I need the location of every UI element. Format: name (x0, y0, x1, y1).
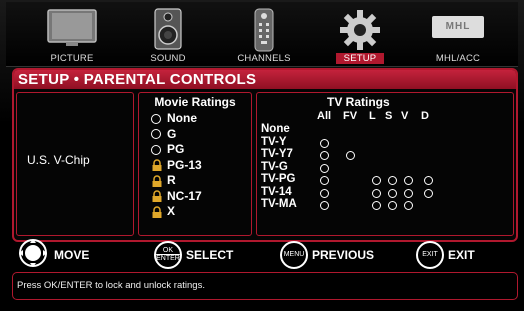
mhl-logo-icon: MHL (432, 16, 484, 38)
lock-icon (152, 159, 162, 172)
tv-rating-label: TV-Y (261, 135, 287, 148)
tv-osd-screen: PICTURE SOUND CHANNELS SETUP MHL MHL/ACC… (0, 0, 524, 311)
tv-rating-toggle[interactable] (372, 176, 381, 185)
movie-rating-label: PG-13 (167, 157, 202, 172)
tv-rating-label: TV-MA (261, 198, 297, 210)
menu-item-channels[interactable]: CHANNELS (214, 2, 314, 66)
movie-rating-item[interactable]: None (151, 111, 202, 127)
tv-rating-toggle[interactable] (372, 201, 381, 210)
tv-rating-toggle[interactable] (320, 151, 329, 160)
vchip-label: U.S. V-Chip (27, 153, 90, 167)
lock-icon (152, 206, 162, 218)
menu-label: SOUND (150, 53, 186, 64)
panel-title: SETUP • PARENTAL CONTROLS (14, 70, 516, 89)
tv-rating-toggle[interactable] (320, 138, 329, 148)
tv-rating-toggle[interactable] (404, 176, 413, 185)
ok-enter-button-icon: OK ENTER (154, 241, 182, 269)
menu-label: PICTURE (50, 53, 94, 64)
bottom-nav-bar: MOVE OK ENTER SELECT MENU PREVIOUS EXIT E… (12, 238, 514, 273)
menu-label: CHANNELS (237, 53, 291, 64)
movie-rating-item[interactable]: PG (151, 142, 202, 158)
movie-rating-item[interactable]: R (151, 173, 202, 189)
tv-rating-toggle[interactable] (320, 201, 329, 210)
parental-controls-panel: SETUP • PARENTAL CONTROLS U.S. V-Chip Mo… (12, 68, 518, 242)
movie-rating-label: G (167, 126, 177, 141)
move-label: MOVE (54, 248, 90, 262)
help-text: Press OK/ENTER to lock and unlock rating… (12, 272, 518, 300)
tv-column-header: L (369, 110, 376, 122)
unlocked-circle-icon (151, 113, 161, 124)
movie-rating-item[interactable]: NC-17 (151, 189, 202, 205)
tv-rating-label: TV-G (261, 160, 288, 173)
ok-text: OK (162, 247, 174, 254)
tv-rating-toggle[interactable] (372, 188, 381, 198)
movie-rating-item[interactable]: X (151, 204, 202, 220)
tv-rating-label: TV-PG (261, 173, 296, 185)
tv-rating-toggle[interactable] (388, 201, 397, 210)
mhl-logo-text: MHL (432, 16, 484, 38)
lock-icon (152, 175, 162, 187)
tv-column-header: S (385, 110, 393, 122)
move-hint: MOVE (16, 238, 90, 273)
exit-hint: EXIT EXIT (416, 240, 475, 270)
tv-column-header: All (317, 110, 332, 122)
speaker-icon (153, 8, 183, 55)
previous-label: PREVIOUS (312, 248, 375, 262)
movie-rating-item[interactable]: PG-13 (151, 158, 202, 174)
tv-column-header: V (401, 110, 409, 122)
tv-column-header: FV (343, 110, 358, 122)
tv-rating-toggle[interactable] (320, 163, 329, 173)
remote-icon (252, 8, 276, 57)
tv-picture-icon (46, 8, 98, 53)
exit-label: EXIT (448, 248, 475, 262)
menu-item-sound[interactable]: SOUND (118, 2, 218, 66)
tv-rating-toggle[interactable] (320, 176, 329, 185)
tv-rating-toggle[interactable] (404, 201, 413, 210)
movie-rating-label: X (167, 204, 176, 218)
movie-ratings-list: None G PG PG-13 R NC-17 X (151, 111, 202, 220)
menu-item-picture[interactable]: PICTURE (22, 2, 122, 66)
movie-rating-label: R (167, 173, 176, 187)
select-label: SELECT (186, 248, 234, 262)
tv-rating-toggle[interactable] (388, 188, 397, 198)
tv-rating-toggle[interactable] (424, 188, 433, 198)
menu-label: SETUP (336, 53, 384, 64)
tv-ratings-title: TV Ratings (327, 95, 390, 109)
tv-rating-label: TV-14 (261, 185, 292, 198)
movie-rating-label: None (167, 111, 197, 125)
tv-rating-toggle[interactable] (346, 151, 355, 160)
enter-text: ENTER (156, 255, 180, 262)
movie-rating-label: PG (167, 142, 185, 156)
tv-rating-label: None (261, 123, 290, 135)
unlocked-circle-icon (151, 129, 161, 140)
lock-icon (152, 190, 162, 203)
tv-column-header: D (421, 110, 429, 122)
tv-rating-toggle[interactable] (388, 176, 397, 185)
menu-item-mhl-acc[interactable]: MHL MHL/ACC (408, 2, 508, 66)
tv-rating-label: TV-Y7 (261, 148, 293, 160)
gear-icon (338, 8, 382, 57)
menu-button-icon: MENU (280, 241, 308, 269)
menu-item-setup[interactable]: SETUP (310, 2, 410, 66)
movie-rating-label: NC-17 (167, 188, 202, 203)
dpad-icon (16, 238, 50, 273)
previous-hint: MENU PREVIOUS (280, 240, 374, 270)
tv-rating-toggle[interactable] (404, 188, 413, 198)
tv-ratings-rows: None TV-Y TV-Y7 TV-G TV-PG TV-14 TV-MA (261, 123, 297, 211)
tv-rating-toggle[interactable] (424, 176, 433, 185)
vchip-box: U.S. V-Chip (16, 92, 134, 236)
top-menu-bar: PICTURE SOUND CHANNELS SETUP MHL MHL/ACC (6, 2, 518, 67)
select-hint: OK ENTER SELECT (154, 240, 233, 270)
menu-label: MHL/ACC (435, 53, 481, 64)
unlocked-circle-icon (151, 144, 161, 155)
movie-rating-item[interactable]: G (151, 127, 202, 143)
movie-ratings-title: Movie Ratings (154, 95, 236, 109)
tv-ratings-box: TV Ratings All FV L S V D None TV-Y TV-Y7 TV-G TV… (256, 92, 514, 236)
exit-button-icon: EXIT (416, 241, 444, 269)
tv-rating-toggle[interactable] (320, 188, 329, 198)
movie-ratings-box: Movie Ratings None G PG PG-13 R NC-17 X (138, 92, 252, 236)
